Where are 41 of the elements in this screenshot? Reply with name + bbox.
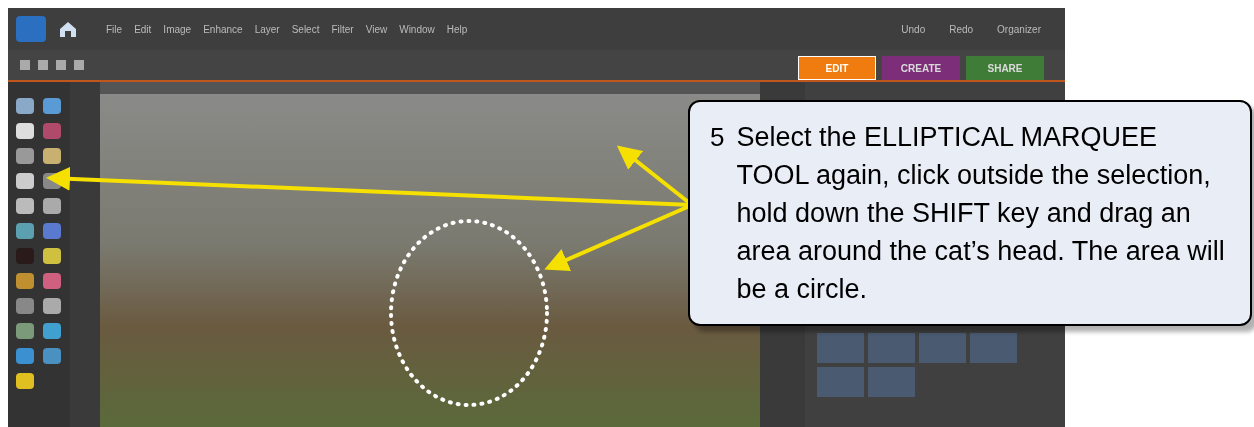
panel-tab[interactable]: SHARE	[966, 56, 1044, 80]
tool-icon[interactable]	[16, 98, 34, 114]
menu-item[interactable]: View	[365, 21, 388, 37]
home-icon[interactable]	[58, 19, 78, 39]
tool-icon[interactable]	[43, 148, 61, 164]
tool-icon[interactable]	[16, 273, 34, 289]
menu-item[interactable]: Edit	[134, 21, 152, 37]
toolbar-button[interactable]: Undo	[897, 21, 930, 37]
step-number: 5	[710, 121, 725, 154]
menu-item[interactable]: Enhance	[203, 21, 243, 37]
panel-tab[interactable]: CREATE	[882, 56, 960, 80]
thumbnail-placeholder[interactable]	[817, 367, 864, 397]
menu-item[interactable]: File	[106, 21, 123, 37]
menu-item[interactable]: Select	[291, 21, 320, 37]
menu-item[interactable]: Filter	[331, 21, 354, 37]
tool-icon[interactable]	[16, 123, 34, 139]
thumbnail-placeholder[interactable]	[868, 333, 915, 363]
tool-icon[interactable]	[43, 198, 61, 214]
tool-icon[interactable]	[43, 348, 61, 364]
tool-icon[interactable]	[43, 298, 61, 314]
menu-item[interactable]: Window	[399, 21, 435, 37]
tool-icon[interactable]	[43, 323, 61, 339]
menu-item[interactable]: Layer	[254, 21, 280, 37]
tool-icon[interactable]	[16, 198, 34, 214]
tool-icon[interactable]	[16, 173, 34, 189]
tool-icon[interactable]	[16, 323, 34, 339]
tool-icon[interactable]	[43, 98, 61, 114]
thumbnail-placeholder[interactable]	[919, 333, 966, 363]
tool-icon[interactable]	[16, 348, 34, 364]
menu-item[interactable]: Image	[163, 21, 192, 37]
menu-item[interactable]: Help	[446, 21, 468, 37]
tool-icon[interactable]	[43, 248, 61, 264]
toolbar-button[interactable]: Organizer	[993, 21, 1045, 37]
tool-icon[interactable]	[16, 223, 34, 239]
tool-icon[interactable]	[16, 148, 34, 164]
instruction-text: Select the ELLIPTICAL MARQUEE TOOL again, click outside the selection, hold down the SHIFT key and drag an area around the cat’s head. The area will be a circle.	[736, 121, 1226, 306]
thumbnail-placeholder[interactable]	[970, 333, 1017, 363]
tool-icon[interactable]	[16, 373, 34, 389]
toolbar-button[interactable]: Redo	[945, 21, 978, 37]
thumbnail-placeholder[interactable]	[817, 333, 864, 363]
thumbnail-placeholder[interactable]	[868, 367, 915, 397]
